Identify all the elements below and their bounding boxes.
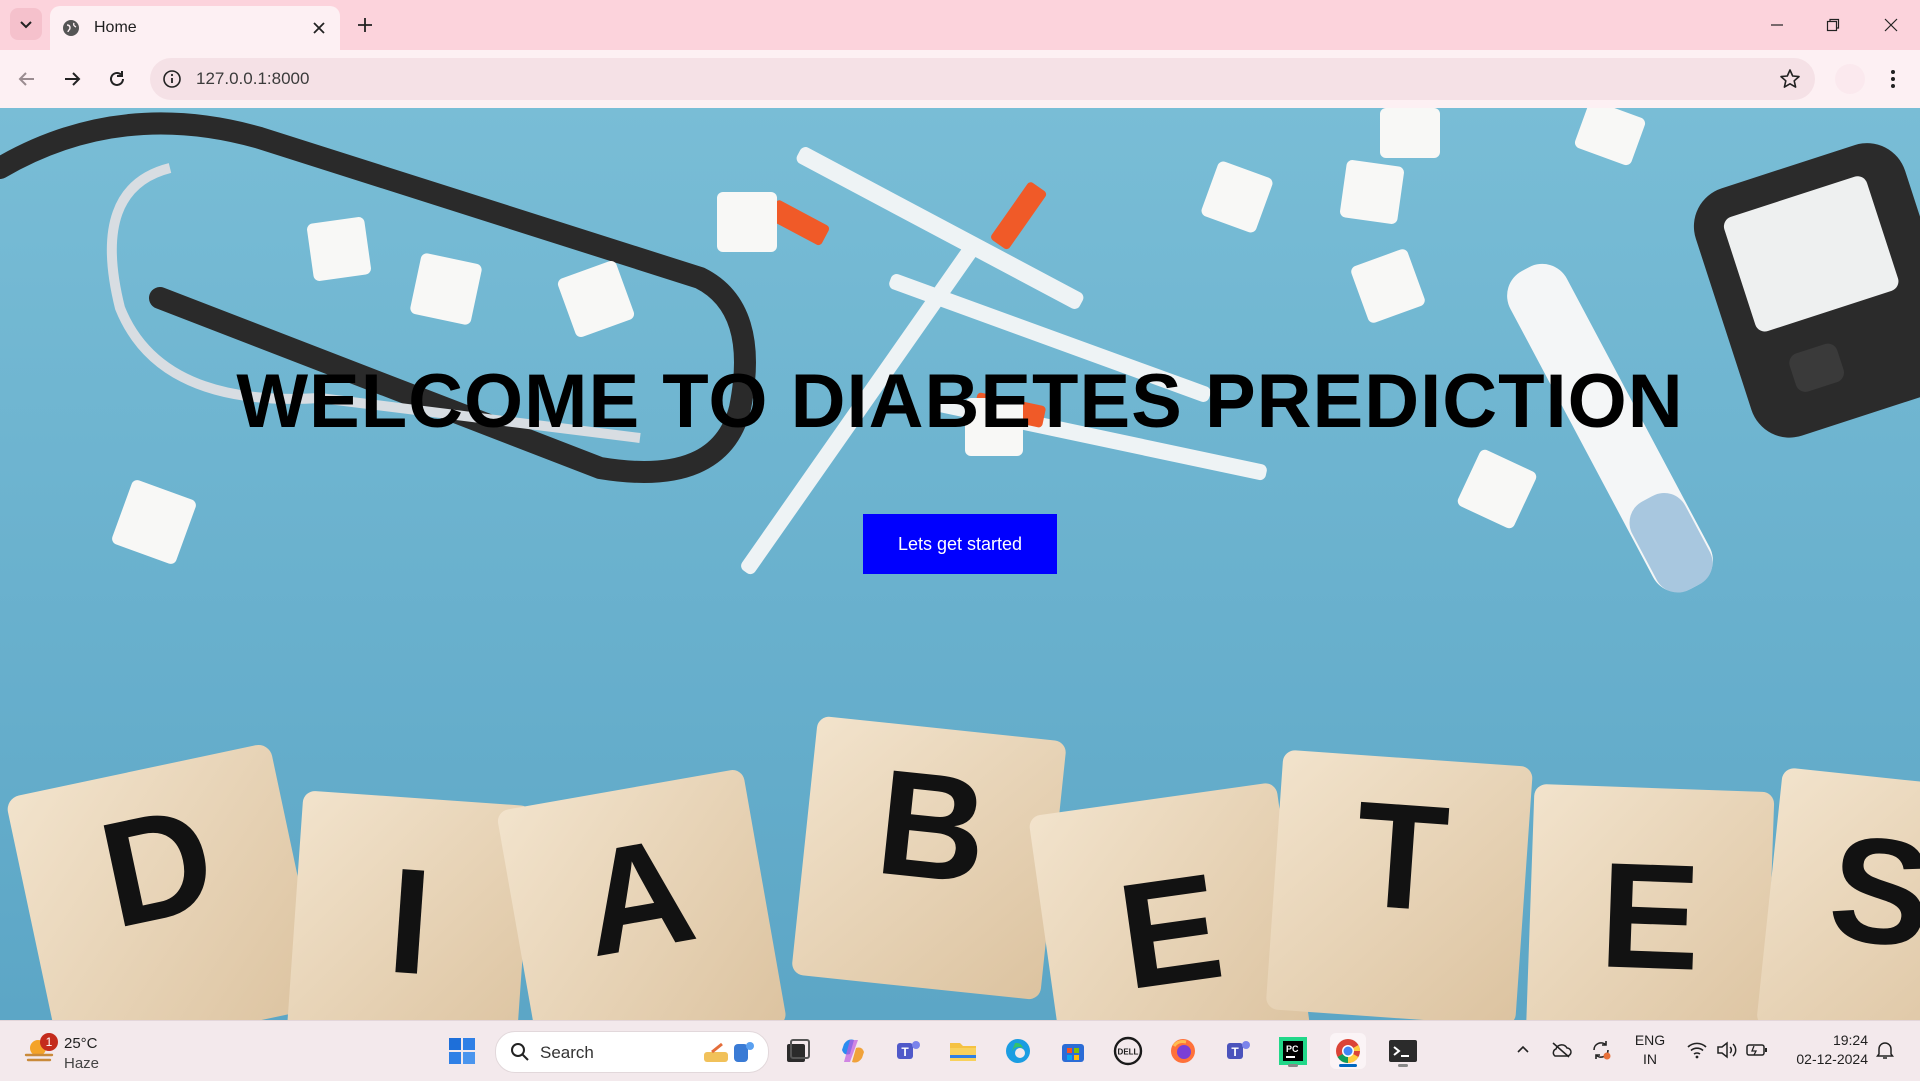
chrome-icon: [1336, 1039, 1360, 1063]
get-started-button[interactable]: Lets get started: [863, 514, 1057, 574]
tab-title: Home: [94, 19, 137, 36]
cloud-off-icon: [1552, 1042, 1572, 1058]
close-window-button[interactable]: [1880, 14, 1902, 36]
edge-button[interactable]: [1000, 1033, 1036, 1069]
firefox-icon: [1171, 1039, 1195, 1063]
minimize-icon: [1771, 24, 1783, 26]
star-icon[interactable]: [1779, 68, 1801, 90]
more-vertical-icon: [1891, 70, 1895, 88]
task-view-icon: [787, 1039, 810, 1062]
address-bar[interactable]: 127.0.0.1:8000: [150, 58, 1815, 100]
firefox-button[interactable]: [1165, 1033, 1201, 1069]
active-indicator: [1339, 1064, 1357, 1067]
battery-status[interactable]: [1746, 1039, 1768, 1061]
dell-button[interactable]: DELL: [1110, 1033, 1146, 1069]
microsoft-store-button[interactable]: [1055, 1033, 1091, 1069]
clock-date: 02-12-2024: [1796, 1051, 1868, 1067]
edge-icon: [1006, 1039, 1030, 1063]
copilot-button[interactable]: [835, 1033, 871, 1069]
svg-text:B: B: [870, 737, 995, 915]
tab-home[interactable]: Home: [50, 6, 340, 50]
store-icon: [1062, 1044, 1084, 1062]
search-highlight-icon: [704, 1042, 754, 1062]
page-viewport: D I A B E T E S WELCOME TO DIABETES PRED…: [0, 108, 1920, 1020]
reload-button[interactable]: [102, 64, 132, 94]
profile-avatar[interactable]: [1835, 64, 1865, 94]
system-clock[interactable]: 19:24 02-12-2024: [1772, 1031, 1868, 1069]
arrow-right-icon: [65, 72, 81, 86]
wifi-status[interactable]: [1686, 1039, 1708, 1061]
taskbar-search-box[interactable]: Search: [495, 1031, 769, 1073]
close-icon: [1884, 18, 1898, 32]
file-explorer-button[interactable]: [945, 1033, 981, 1069]
battery-icon: [1746, 1044, 1767, 1056]
teams-work-button[interactable]: T: [1220, 1033, 1256, 1069]
search-icon: [511, 1043, 529, 1061]
pycharm-icon: PC: [1279, 1037, 1307, 1065]
close-icon[interactable]: [310, 19, 328, 37]
terminal-button[interactable]: [1385, 1033, 1421, 1069]
sync-icon: [1593, 1041, 1611, 1060]
globe-icon: [62, 19, 80, 37]
plus-icon: [358, 18, 372, 32]
dell-icon: DELL: [1113, 1036, 1143, 1066]
notifications-button[interactable]: [1874, 1039, 1896, 1061]
info-icon[interactable]: [162, 69, 182, 89]
region-code: IN: [1643, 1051, 1657, 1067]
url-text[interactable]: 127.0.0.1:8000: [196, 69, 309, 89]
back-button[interactable]: [12, 64, 42, 94]
volume-status[interactable]: [1716, 1039, 1738, 1061]
teams-button[interactable]: T: [890, 1033, 926, 1069]
taskbar: 1 25°C Haze Search T DELL T PC ENG IN 19…: [0, 1020, 1920, 1081]
running-indicator: [1398, 1064, 1408, 1067]
terminal-icon: [1389, 1040, 1417, 1062]
weather-widget[interactable]: 1 25°C Haze: [20, 1029, 130, 1073]
restore-button[interactable]: [1822, 14, 1844, 36]
pycharm-button[interactable]: PC: [1275, 1033, 1311, 1069]
copilot-icon: [842, 1039, 864, 1063]
notification-badge: 1: [40, 1033, 58, 1051]
teams-icon: T: [897, 1041, 920, 1059]
onedrive-tray-button[interactable]: [1550, 1039, 1572, 1061]
show-hidden-icons-button[interactable]: [1512, 1039, 1534, 1061]
sync-tray-button[interactable]: [1590, 1039, 1612, 1061]
minimize-button[interactable]: [1766, 14, 1788, 36]
page-title: WELCOME TO DIABETES PREDICTION: [236, 359, 1684, 444]
browser-toolbar: 127.0.0.1:8000: [0, 50, 1920, 108]
task-view-button[interactable]: [780, 1033, 816, 1069]
browser-menu-button[interactable]: [1878, 64, 1908, 94]
chevron-up-icon: [1517, 1045, 1529, 1053]
svg-text:S: S: [1822, 802, 1920, 980]
svg-text:DELL: DELL: [1118, 1048, 1139, 1057]
start-button[interactable]: [444, 1033, 480, 1069]
weather-temperature: 25°C: [64, 1035, 98, 1052]
windows-logo-icon: [449, 1038, 475, 1064]
running-indicator: [1288, 1064, 1298, 1067]
new-tab-button[interactable]: [352, 12, 378, 38]
teams-icon: T: [1227, 1041, 1250, 1059]
chrome-button[interactable]: [1330, 1033, 1366, 1069]
forward-button[interactable]: [57, 64, 87, 94]
chevron-down-icon: [20, 21, 32, 29]
folder-icon: [950, 1043, 976, 1061]
language-indicator[interactable]: ENG IN: [1620, 1031, 1680, 1069]
search-placeholder: Search: [540, 1043, 594, 1062]
svg-text:PC: PC: [1286, 1044, 1299, 1054]
tab-search-button[interactable]: [10, 8, 42, 40]
language-code: ENG: [1634, 1032, 1666, 1048]
svg-text:T: T: [1231, 1045, 1239, 1059]
bell-icon: [1876, 1042, 1894, 1059]
browser-tabstrip: Home: [0, 0, 1920, 50]
wifi-icon: [1687, 1042, 1707, 1059]
weather-condition: Haze: [64, 1055, 100, 1072]
svg-text:E: E: [1597, 830, 1703, 1001]
reload-icon: [110, 71, 124, 86]
restore-icon: [1826, 18, 1840, 32]
speaker-icon: [1717, 1041, 1737, 1059]
clock-time: 19:24: [1832, 1032, 1868, 1048]
svg-text:T: T: [901, 1045, 909, 1059]
svg-text:T: T: [1350, 769, 1453, 943]
arrow-left-icon: [18, 72, 34, 86]
